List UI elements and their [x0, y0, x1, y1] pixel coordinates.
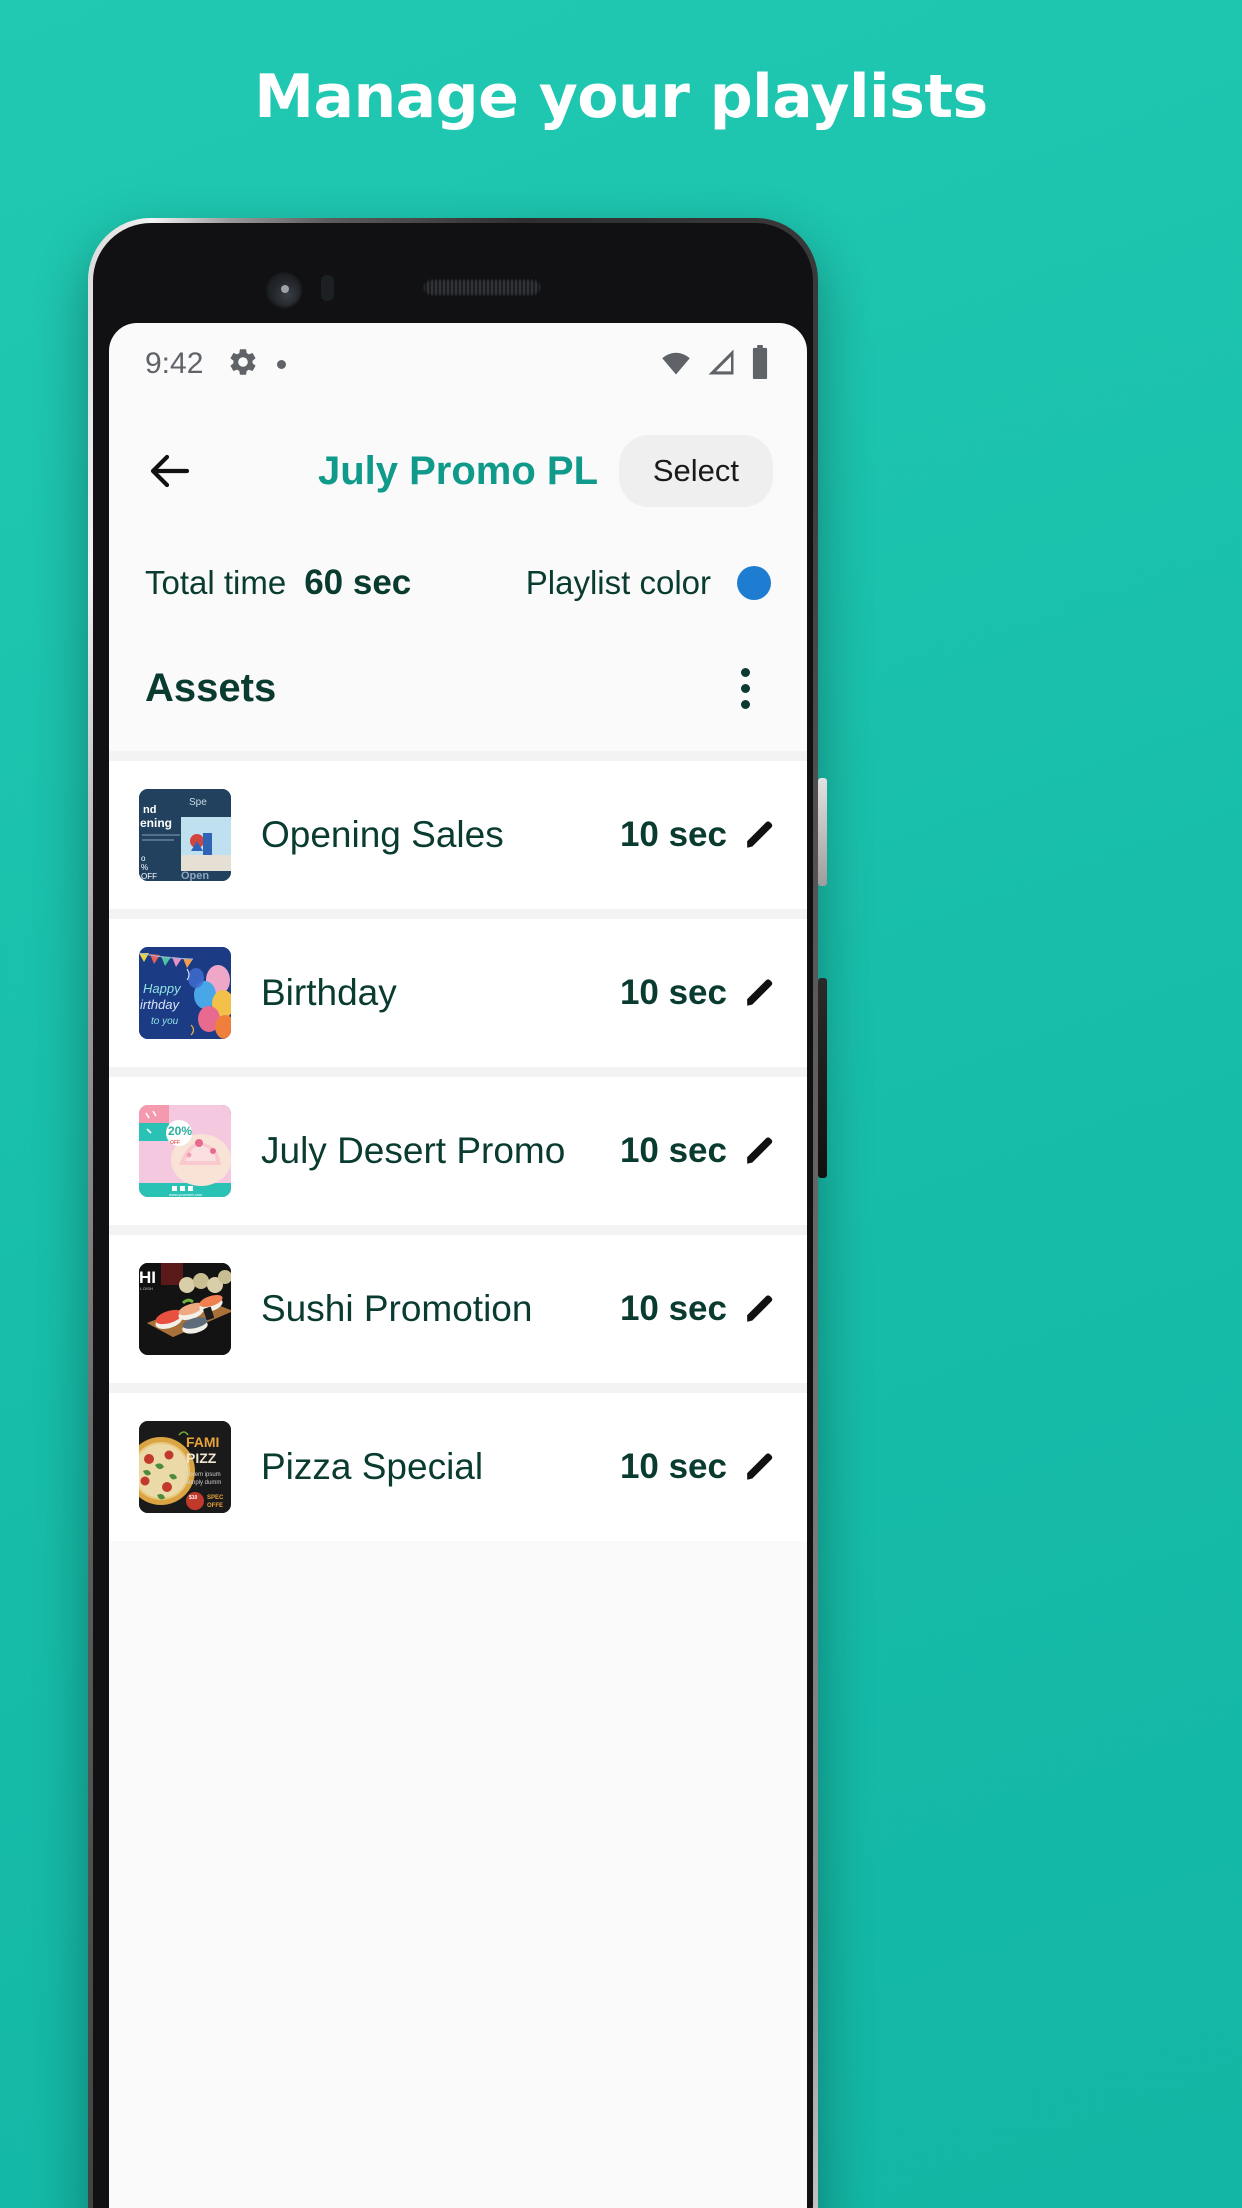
asset-row-actions: 10 sec: [620, 973, 777, 1013]
edit-pencil-icon[interactable]: [743, 976, 777, 1010]
assets-title: Assets: [145, 665, 277, 710]
svg-text:ening: ening: [140, 816, 172, 830]
back-button[interactable]: [143, 443, 199, 499]
app-bar: July Promo PL Select: [109, 405, 807, 537]
asset-duration: 10 sec: [619, 1289, 727, 1328]
svg-text:Happy: Happy: [143, 981, 182, 996]
svg-text:Open: Open: [181, 870, 209, 881]
asset-name: Sushi Promotion: [261, 1288, 533, 1329]
camera-lens-icon: [281, 285, 289, 293]
asset-duration: 10 sec: [619, 973, 727, 1012]
svg-text:OFFE: OFFE: [207, 1503, 223, 1509]
asset-thumbnail-birthday: Happy irthday to you: [139, 947, 231, 1039]
list-item[interactable]: FAMI PIZZ Lorem ipsum simply dumm $10 SP…: [109, 1383, 807, 1541]
svg-text:$10: $10: [189, 1495, 198, 1501]
playlist-color-swatch[interactable]: [737, 566, 771, 600]
kebab-dot-icon: [740, 667, 750, 677]
asset-thumbnail-opening-sales: nd ening Spe Open o % OFF: [139, 789, 231, 881]
svg-text:OFF: OFF: [170, 1140, 180, 1146]
battery-icon: [749, 344, 771, 384]
assets-overflow-menu-button[interactable]: [719, 659, 771, 717]
edit-pencil-icon[interactable]: [743, 1292, 777, 1326]
edit-pencil-icon[interactable]: [743, 1450, 777, 1484]
promo-heading: Manage your playlists: [254, 62, 988, 132]
edit-pencil-icon[interactable]: [743, 818, 777, 852]
svg-text:Spe: Spe: [189, 797, 207, 808]
phone-body: 9:42 July Promo PL Select Total time 60 …: [93, 223, 813, 2208]
status-right-icons: [659, 344, 771, 384]
svg-text:OFF: OFF: [141, 872, 157, 881]
assets-header: Assets: [109, 633, 807, 751]
playlist-color-group[interactable]: Playlist color: [526, 564, 771, 602]
back-arrow-icon: [150, 454, 190, 488]
asset-list: nd ening Spe Open o % OFF Opening Sales …: [109, 751, 807, 1541]
svg-text:PIZZ: PIZZ: [186, 1450, 217, 1466]
gear-icon: [227, 346, 259, 383]
svg-text:to you: to you: [151, 1016, 179, 1027]
asset-name: July Desert Promo: [261, 1130, 566, 1171]
phone-mockup: 9:42 July Promo PL Select Total time 60 …: [88, 218, 827, 2208]
earpiece-speaker-icon: [423, 279, 541, 296]
list-item[interactable]: HI L DISH Sushi Promotion 10 sec: [109, 1225, 807, 1383]
list-item[interactable]: Happy irthday to you Birthday 10 sec: [109, 909, 807, 1067]
asset-duration: 10 sec: [619, 1447, 727, 1486]
asset-row-actions: 10 sec: [620, 1289, 777, 1329]
svg-text:Lorem ipsum: Lorem ipsum: [186, 1472, 221, 1478]
total-time-value: 60 sec: [304, 563, 412, 602]
ambient-sensor-icon: [321, 275, 334, 301]
power-button[interactable]: [818, 778, 827, 886]
total-time-label: Total time: [145, 564, 287, 601]
asset-thumbnail-july-desert-promo: 20% OFF www.yourweb.com: [139, 1105, 231, 1197]
asset-name: Pizza Special: [261, 1446, 484, 1487]
asset-duration: 10 sec: [619, 815, 727, 854]
status-time: 9:42: [145, 347, 204, 380]
status-left-icons: [227, 346, 287, 383]
kebab-dot-icon: [740, 699, 750, 709]
notification-dot-icon: [277, 359, 287, 369]
list-item[interactable]: nd ening Spe Open o % OFF Opening Sales …: [109, 751, 807, 909]
phone-screen: 9:42 July Promo PL Select Total time 60 …: [109, 323, 807, 2208]
svg-text:o: o: [141, 854, 146, 863]
svg-text:nd: nd: [143, 804, 156, 816]
asset-duration: 10 sec: [619, 1131, 727, 1170]
volume-button[interactable]: [818, 978, 827, 1178]
playlist-color-label: Playlist color: [525, 564, 711, 601]
wifi-icon: [659, 347, 693, 382]
cellular-signal-icon: [705, 347, 737, 382]
asset-name: Opening Sales: [261, 814, 504, 855]
edit-pencil-icon[interactable]: [743, 1134, 777, 1168]
status-bar: 9:42: [109, 323, 807, 405]
kebab-dot-icon: [740, 683, 750, 693]
asset-row-actions: 10 sec: [620, 1447, 777, 1487]
asset-row-actions: 10 sec: [620, 1131, 777, 1171]
svg-text:HI: HI: [139, 1268, 156, 1287]
svg-text:simply dumm: simply dumm: [186, 1480, 221, 1486]
svg-text:20%: 20%: [168, 1124, 192, 1138]
asset-thumbnail-sushi-promotion: HI L DISH: [139, 1263, 231, 1355]
asset-thumbnail-pizza-special: FAMI PIZZ Lorem ipsum simply dumm $10 SP…: [139, 1421, 231, 1513]
asset-name: Birthday: [261, 972, 397, 1013]
asset-row-actions: 10 sec: [620, 815, 777, 855]
svg-text:%: %: [141, 863, 148, 872]
playlist-meta-row: Total time 60 sec Playlist color: [109, 537, 807, 633]
svg-text:www.yourweb.com: www.yourweb.com: [169, 1192, 203, 1197]
svg-text:irthday: irthday: [140, 997, 181, 1012]
svg-text:FAMI: FAMI: [186, 1434, 219, 1450]
select-button[interactable]: Select: [618, 435, 773, 507]
svg-text:L DISH: L DISH: [140, 1286, 153, 1291]
list-item[interactable]: 20% OFF www.yourweb.com July Desert Prom…: [109, 1067, 807, 1225]
svg-text:SPEC: SPEC: [207, 1495, 224, 1501]
